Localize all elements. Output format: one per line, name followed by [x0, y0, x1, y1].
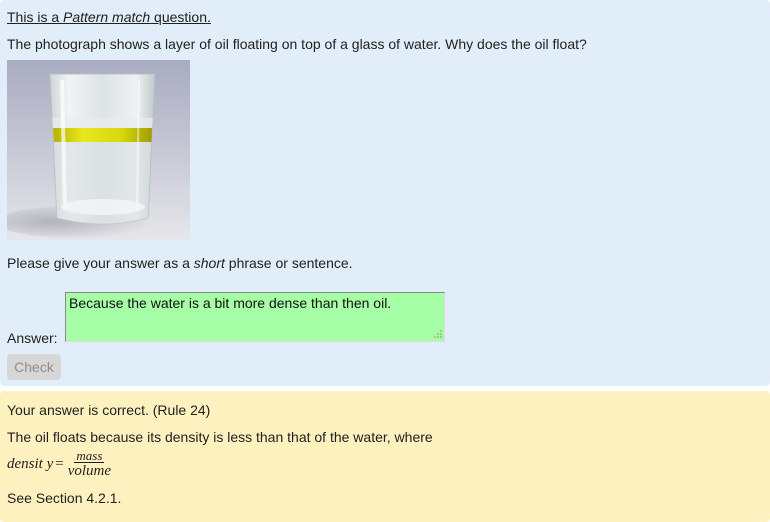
intro-prefix: This is a [7, 9, 64, 25]
formula-lhs: densit y [7, 455, 54, 472]
instruction-prefix: Please give your answer as a [7, 255, 194, 271]
feedback-status: Your answer is correct. (Rule 24) [7, 402, 211, 418]
check-button[interactable]: Check [7, 354, 61, 380]
formula-numerator: mass [74, 448, 105, 463]
question-type-intro: This is a Pattern match question. [7, 9, 211, 25]
instruction-emphasis: short [193, 255, 225, 271]
density-formula: densit y = mass volume [7, 448, 112, 480]
intro-suffix: question. [150, 9, 211, 25]
formula-denominator: volume [67, 463, 112, 479]
resize-grip-icon[interactable] [433, 329, 443, 339]
question-panel: This is a Pattern match question. The ph… [0, 0, 770, 386]
formula-fraction: mass volume [67, 449, 112, 479]
feedback-explanation: The oil floats because its density is le… [7, 429, 433, 445]
formula-equals: = [55, 455, 64, 472]
feedback-panel: Your answer is correct. (Rule 24) The oi… [0, 391, 770, 522]
answer-instruction: Please give your answer as a short phras… [7, 255, 353, 271]
instruction-suffix: phrase or sentence. [224, 255, 353, 271]
intro-question-type: Pattern match [63, 9, 151, 25]
feedback-reference: See Section 4.2.1. [7, 490, 122, 506]
answer-input[interactable]: Because the water is a bit more dense th… [65, 292, 445, 342]
question-photo [7, 60, 190, 240]
answer-label: Answer: [7, 330, 58, 346]
question-text: The photograph shows a layer of oil floa… [7, 36, 587, 52]
